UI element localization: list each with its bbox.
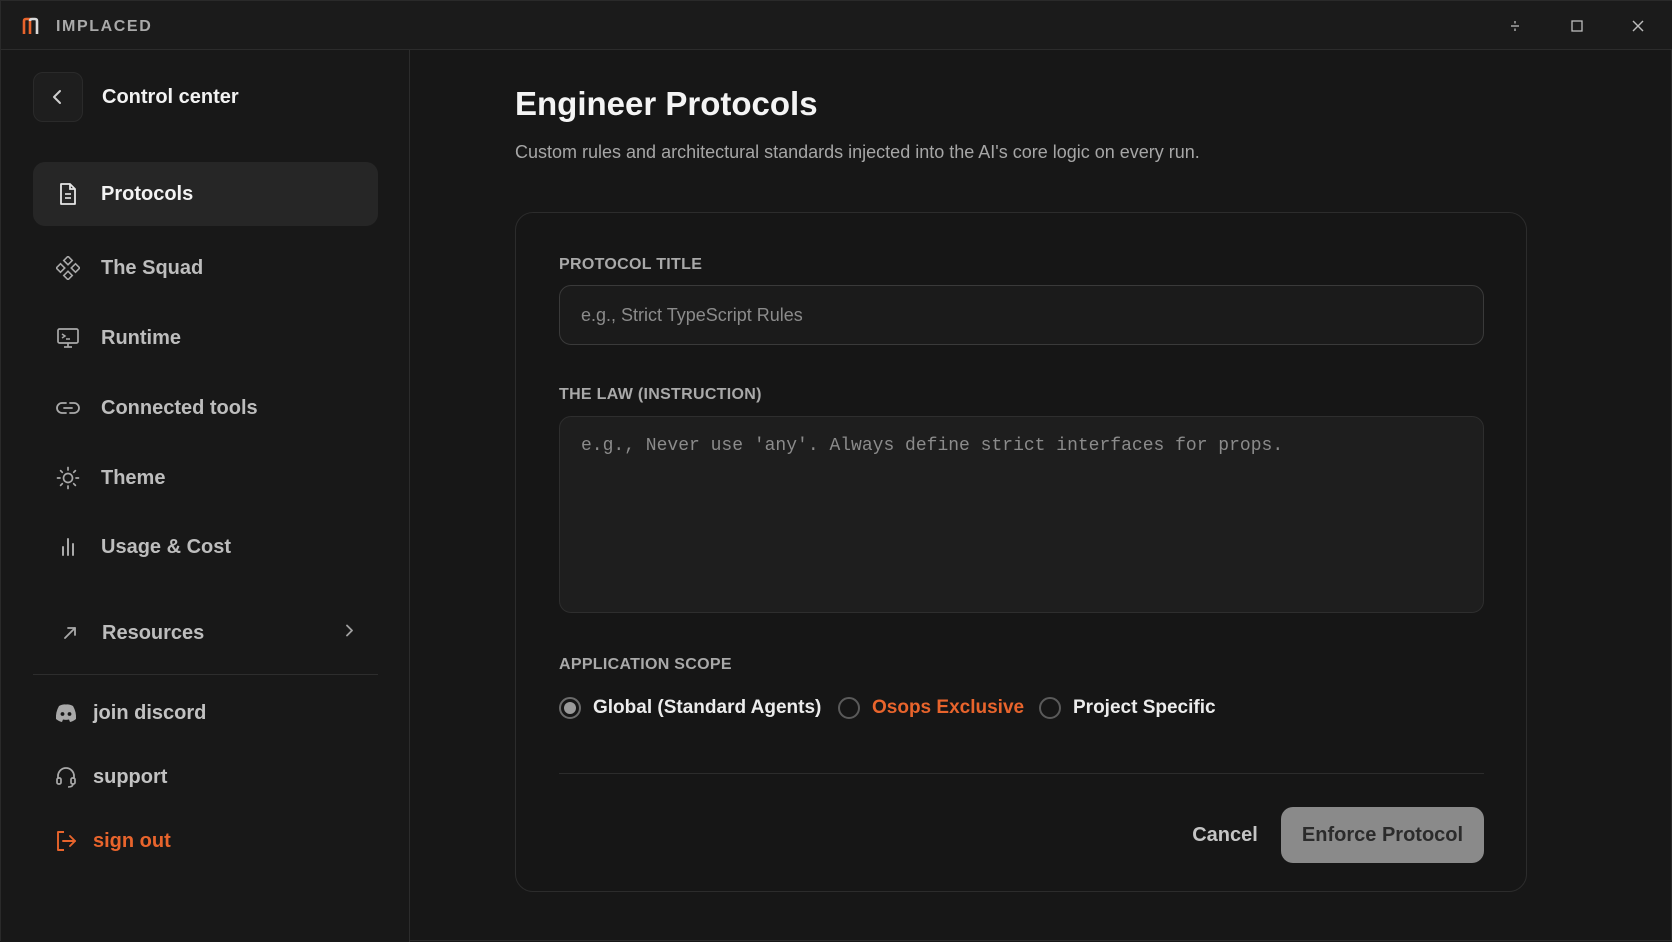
scope-radio-global[interactable]: Global (Standard Agents)	[559, 693, 821, 723]
chevron-right-icon	[342, 624, 356, 643]
protocol-form-card: PROTOCOL TITLE THE LAW (INSTRUCTION) APP…	[515, 212, 1527, 892]
app-name: IMPLACED	[56, 18, 153, 35]
the-law-label: THE LAW (INSTRUCTION)	[559, 386, 762, 403]
window-minimize-button[interactable]	[1502, 13, 1528, 39]
sign-out-icon	[53, 828, 79, 854]
the-law-textarea[interactable]	[559, 416, 1484, 613]
protocol-title-label: PROTOCOL TITLE	[559, 256, 703, 273]
sidebar-item-connected-tools[interactable]: Connected tools	[33, 376, 378, 440]
sign-out-button[interactable]: sign out	[53, 826, 171, 856]
sidebar-item-resources[interactable]: Resources	[33, 601, 378, 665]
chevron-left-icon	[53, 90, 61, 104]
sidebar-item-the-squad[interactable]: The Squad	[33, 236, 378, 300]
arrow-up-right-icon	[58, 621, 82, 645]
cancel-button[interactable]: Cancel	[1175, 807, 1275, 863]
scope-option-label: Global (Standard Agents)	[593, 697, 822, 718]
sign-out-label: sign out	[93, 829, 171, 852]
headset-icon	[53, 764, 79, 790]
sidebar-divider	[33, 674, 378, 675]
enforce-protocol-button[interactable]: Enforce Protocol	[1281, 807, 1484, 863]
sidebar-item-usage-cost[interactable]: Usage & Cost	[33, 515, 378, 579]
radio-circle	[838, 697, 860, 719]
bar-chart-icon	[56, 535, 80, 559]
scope-option-label: Project Specific	[1073, 697, 1216, 718]
close-icon	[1632, 20, 1644, 32]
sidebar-item-label: Runtime	[101, 326, 181, 349]
document-icon	[56, 182, 80, 206]
app-window: IMPLACED Control center Protocols The Sq…	[0, 0, 1672, 942]
page-subtitle: Custom rules and architectural standards…	[515, 142, 1200, 162]
sidebar-item-runtime[interactable]: Runtime	[33, 306, 378, 370]
support-link[interactable]: support	[53, 762, 167, 792]
app-logo-icon	[22, 17, 39, 34]
page-title: Engineer Protocols	[515, 85, 818, 122]
application-scope-label: APPLICATION SCOPE	[559, 656, 732, 673]
radio-circle	[559, 697, 581, 719]
form-divider	[559, 773, 1484, 774]
sun-icon	[56, 466, 80, 490]
sidebar-item-theme[interactable]: Theme	[33, 446, 378, 510]
sidebar-item-label: Connected tools	[101, 396, 258, 419]
scope-option-label: Osops Exclusive	[872, 697, 1025, 718]
scope-radio-osops-exclusive[interactable]: Osops Exclusive	[838, 693, 1024, 723]
sidebar-item-label: Usage & Cost	[101, 535, 232, 558]
monitor-terminal-icon	[56, 326, 80, 350]
sidebar-title: Control center	[102, 86, 239, 108]
window-close-button[interactable]	[1625, 13, 1651, 39]
sidebar-item-label: Protocols	[101, 182, 194, 205]
join-discord-link[interactable]: join discord	[53, 698, 206, 728]
application-scope-radio-group: Global (Standard Agents) Osops Exclusive…	[559, 693, 1484, 723]
discord-icon	[53, 700, 79, 726]
sidebar-item-label: Resources	[102, 621, 205, 644]
sidebar-item-label: The Squad	[101, 256, 204, 279]
sidebar-item-protocols[interactable]: Protocols	[33, 162, 378, 226]
radio-circle	[1039, 697, 1061, 719]
maximize-icon	[1571, 20, 1583, 32]
sidebar: Control center Protocols The Squad Runti…	[1, 50, 410, 942]
protocol-title-input[interactable]	[559, 285, 1484, 345]
join-discord-label: join discord	[93, 701, 207, 724]
back-button[interactable]	[33, 72, 83, 122]
scope-radio-project-specific[interactable]: Project Specific	[1039, 693, 1216, 723]
link-icon	[56, 396, 80, 420]
support-label: support	[93, 765, 168, 788]
squad-diamond-icon	[56, 256, 80, 280]
title-bar: IMPLACED	[1, 1, 1672, 50]
minimize-icon	[1511, 21, 1519, 31]
window-maximize-button[interactable]	[1564, 13, 1590, 39]
sidebar-item-label: Theme	[101, 466, 166, 489]
